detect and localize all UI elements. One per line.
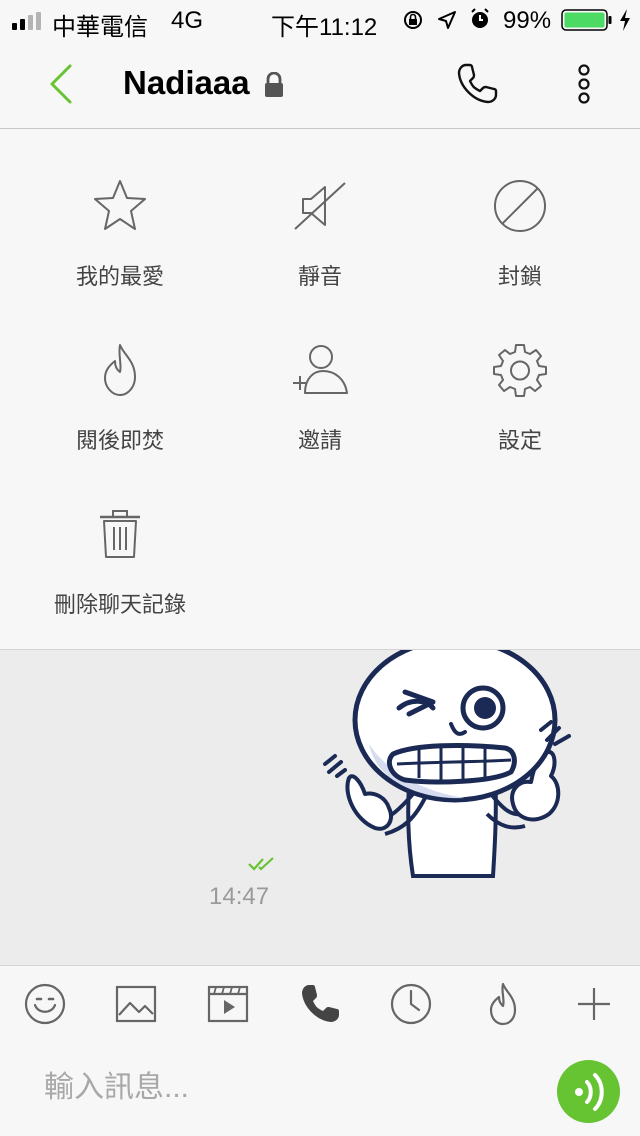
call-icon[interactable] (297, 981, 343, 1027)
block-icon (494, 180, 546, 232)
audio-wave-icon (575, 1073, 604, 1111)
image-icon[interactable] (113, 981, 159, 1027)
menu-item-label: 封鎖 (497, 264, 542, 289)
read-receipt-icon (248, 857, 274, 871)
battery-icon (561, 9, 612, 31)
menu-item-mute[interactable]: 靜音 (220, 177, 420, 291)
location-icon (438, 11, 456, 29)
menu-item-label: 閱後即焚 (75, 428, 164, 453)
menu-item-label: 我的最愛 (75, 264, 164, 289)
message-timestamp: 14:47 (209, 883, 270, 910)
clock-icon[interactable] (388, 981, 434, 1027)
back-icon[interactable] (42, 62, 78, 106)
signal-icon (12, 12, 41, 30)
menu-item-label: 設定 (497, 428, 542, 453)
message-list: 14:47 (0, 650, 640, 965)
carrier-name: 中華電信 (52, 14, 148, 41)
star-icon (94, 180, 146, 230)
chat-toolbar (0, 965, 640, 1041)
menu-item-invite[interactable]: 邀請 (220, 341, 420, 455)
emoji-icon[interactable] (22, 981, 68, 1027)
battery-percent: 99% (503, 7, 552, 34)
menu-item-settings[interactable]: 設定 (420, 341, 620, 455)
message-input[interactable] (30, 1062, 558, 1114)
sticker-message[interactable] (315, 650, 595, 882)
invite-icon (293, 345, 348, 394)
lock-icon (265, 72, 283, 97)
status-bar: 中華電信 4G 下午11:12 99% (0, 0, 640, 41)
chat-header: Nadiaaa (0, 40, 640, 129)
flame-icon (104, 344, 136, 396)
call-icon[interactable] (453, 60, 501, 108)
plus-icon[interactable] (571, 981, 617, 1027)
menu-item-favorite[interactable]: 我的最愛 (20, 177, 220, 291)
network-type: 4G (171, 7, 204, 34)
voice-message-button[interactable] (557, 1060, 620, 1123)
video-icon[interactable] (205, 981, 251, 1027)
menu-item-burn-after-reading[interactable]: 閱後即焚 (20, 341, 220, 455)
menu-item-delete-chat[interactable]: 刪除聊天記錄 (20, 505, 220, 619)
menu-item-block[interactable]: 封鎖 (420, 177, 620, 291)
charging-icon (620, 9, 630, 31)
trash-icon (100, 510, 140, 558)
chat-options-menu: 我的最愛 靜音 封鎖 閱後即焚 邀請 設定 刪除聊天記錄 (0, 129, 640, 650)
contact-name: Nadiaaa (123, 64, 250, 101)
more-options-icon[interactable] (571, 62, 597, 110)
mute-icon (294, 182, 346, 230)
message-composer (0, 1040, 640, 1136)
menu-item-label: 刪除聊天記錄 (53, 592, 186, 617)
flame-icon[interactable] (480, 981, 526, 1027)
gear-icon (493, 344, 547, 397)
menu-item-label: 靜音 (297, 264, 342, 289)
rotation-lock-icon (404, 11, 422, 29)
alarm-icon (471, 8, 489, 28)
menu-item-label: 邀請 (297, 428, 342, 453)
clock: 下午11:12 (271, 14, 378, 41)
